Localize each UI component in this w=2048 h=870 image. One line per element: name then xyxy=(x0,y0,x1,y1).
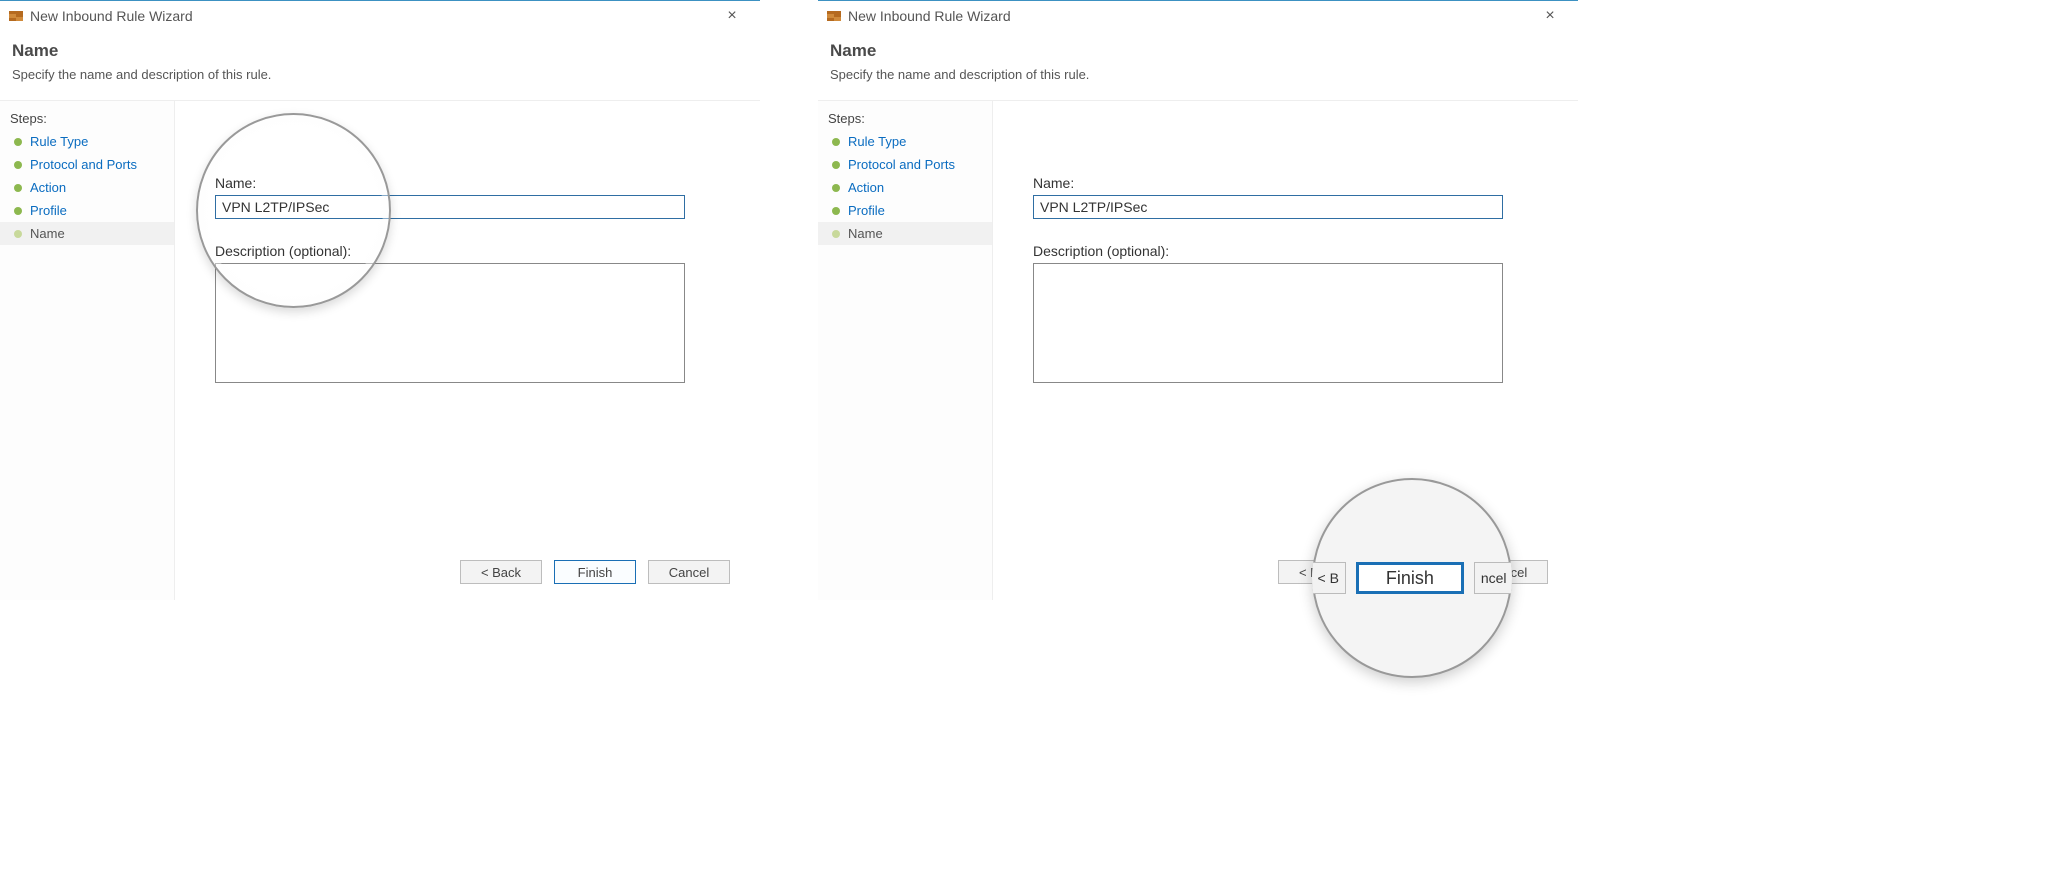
page-subtitle: Specify the name and description of this… xyxy=(12,67,748,82)
step-profile[interactable]: Profile xyxy=(0,199,174,222)
name-label: Name: xyxy=(215,175,720,191)
back-button-fragment: < B xyxy=(1312,562,1346,594)
window-title: New Inbound Rule Wizard xyxy=(30,8,712,24)
wizard-window-left: New Inbound Rule Wizard × Name Specify t… xyxy=(0,0,760,600)
window-title: New Inbound Rule Wizard xyxy=(848,8,1530,24)
button-row: < Back Finish Cancel xyxy=(460,560,730,584)
wizard-main: Name: Description (optional): < Back Fin… xyxy=(174,100,760,600)
firewall-icon xyxy=(826,8,842,24)
finish-button-zoom[interactable]: Finish xyxy=(1356,562,1464,594)
step-rule-type[interactable]: Rule Type xyxy=(818,130,992,153)
step-name[interactable]: Name xyxy=(0,222,174,245)
wizard-header: Name Specify the name and description of… xyxy=(0,31,760,100)
page-subtitle: Specify the name and description of this… xyxy=(830,67,1566,82)
description-input[interactable] xyxy=(215,263,685,383)
name-input[interactable] xyxy=(215,195,685,219)
cancel-button-fragment: ncel xyxy=(1474,562,1512,594)
firewall-icon xyxy=(8,8,24,24)
cancel-button[interactable]: Cancel xyxy=(648,560,730,584)
name-label: Name: xyxy=(1033,175,1538,191)
page-title: Name xyxy=(12,41,748,61)
step-rule-type[interactable]: Rule Type xyxy=(0,130,174,153)
titlebar: New Inbound Rule Wizard × xyxy=(818,1,1578,31)
step-action[interactable]: Action xyxy=(818,176,992,199)
step-action[interactable]: Action xyxy=(0,176,174,199)
description-label: Description (optional): xyxy=(1033,243,1538,259)
description-input[interactable] xyxy=(1033,263,1503,383)
step-name[interactable]: Name xyxy=(818,222,992,245)
step-protocol-ports[interactable]: Protocol and Ports xyxy=(818,153,992,176)
steps-heading: Steps: xyxy=(0,107,174,130)
close-icon[interactable]: × xyxy=(712,7,752,25)
steps-heading: Steps: xyxy=(818,107,992,130)
step-protocol-ports[interactable]: Protocol and Ports xyxy=(0,153,174,176)
steps-sidebar: Steps: Rule Type Protocol and Ports Acti… xyxy=(0,100,174,600)
name-input[interactable] xyxy=(1033,195,1503,219)
callout-finish-content: < B Finish ncel xyxy=(1312,478,1512,678)
back-button[interactable]: < Back xyxy=(460,560,542,584)
finish-button[interactable]: Finish xyxy=(554,560,636,584)
step-profile[interactable]: Profile xyxy=(818,199,992,222)
description-label: Description (optional): xyxy=(215,243,720,259)
wizard-header: Name Specify the name and description of… xyxy=(818,31,1578,100)
steps-sidebar: Steps: Rule Type Protocol and Ports Acti… xyxy=(818,100,992,600)
page-title: Name xyxy=(830,41,1566,61)
titlebar: New Inbound Rule Wizard × xyxy=(0,1,760,31)
close-icon[interactable]: × xyxy=(1530,7,1570,25)
